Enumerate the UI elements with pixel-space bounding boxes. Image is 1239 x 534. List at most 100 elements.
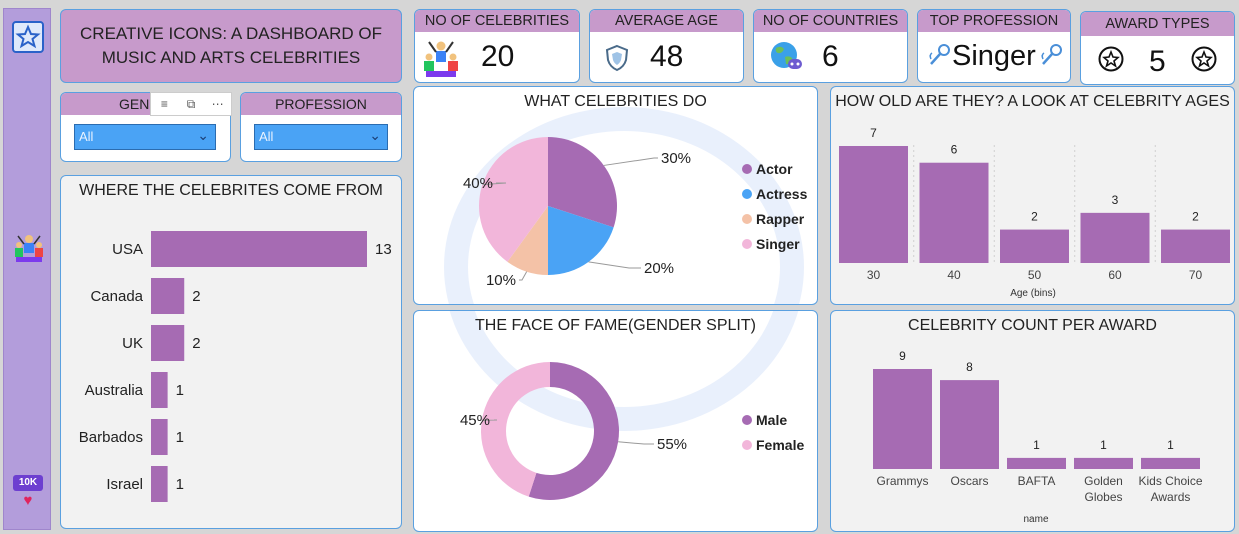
bar	[151, 372, 168, 408]
kpi-age-label: AVERAGE AGE	[590, 10, 743, 32]
legend-label: Singer	[756, 236, 800, 252]
gender-chart: 55% 45% Male Female	[460, 362, 804, 500]
star-badge-icon	[1191, 46, 1217, 77]
data-label: 7	[870, 126, 877, 140]
focus-mode-icon[interactable]: ⧉	[178, 93, 205, 115]
kpi-profession-label: TOP PROFESSION	[918, 10, 1070, 32]
microphone-icon	[928, 43, 952, 72]
profession-chart-panel: WHAT CELEBRITIES DO 30% 20% 10% 40% Actor Act…	[413, 86, 818, 305]
data-label: 1	[1167, 438, 1174, 452]
bar	[940, 380, 999, 469]
slicer-profession-label: PROFESSION	[241, 93, 401, 115]
celebrity-group-icon[interactable]	[12, 231, 46, 270]
legend-marker	[742, 239, 752, 249]
ages-chart: 7 30 6 40 2 50 3 60 2 70 Age (bins)	[839, 126, 1230, 299]
bar	[151, 278, 185, 314]
bar	[1074, 457, 1133, 469]
kpi-countries-value: 6	[822, 40, 839, 73]
gender-dropdown[interactable]: All ⌄	[74, 124, 216, 150]
bar	[151, 419, 168, 455]
kpi-celebrities-value: 20	[481, 40, 515, 73]
celebrity-group-icon	[421, 38, 461, 82]
category-label: BAFTA	[1018, 474, 1056, 488]
kpi-awards-value: 5	[1149, 45, 1166, 78]
data-label: 20%	[644, 260, 674, 277]
legend-marker	[742, 440, 752, 450]
bar	[873, 369, 932, 469]
slicer-gender-label-text: GENI	[119, 96, 154, 112]
visual-toolbar: ≡ ⧉ ⋯	[150, 92, 232, 116]
gender-chart-panel: THE FACE OF FAME(GENDER SPLIT) 55% 45% Mal…	[413, 310, 818, 532]
bar	[919, 162, 989, 263]
legend-label: Rapper	[756, 211, 805, 227]
data-label: 2	[1192, 210, 1199, 224]
countries-chart-panel: WHERE THE CELEBRITES COME FROM USA 13 Cana…	[60, 175, 402, 529]
category-label: Kids Choice	[1138, 474, 1202, 488]
ages-chart-panel: HOW OLD ARE THEY? A LOOK AT CELEBRITY AG…	[830, 86, 1235, 305]
category-label: 30	[867, 268, 881, 282]
bar	[1080, 212, 1150, 263]
data-label: 2	[192, 335, 200, 352]
more-options-icon[interactable]: ⋯	[204, 93, 231, 115]
category-label: Canada	[90, 288, 143, 305]
category-label: Grammys	[877, 474, 929, 488]
bar	[839, 146, 908, 263]
globe-icon	[768, 39, 804, 78]
kpi-average-age: AVERAGE AGE 48	[589, 9, 744, 83]
kpi-age-value: 48	[650, 40, 684, 73]
axis-label: Age (bins)	[1010, 288, 1056, 299]
legend-label: Female	[756, 437, 804, 453]
data-label: 8	[966, 360, 973, 374]
category-label: Globes	[1084, 490, 1122, 504]
leader-line	[519, 271, 528, 281]
data-label: 10%	[486, 272, 516, 289]
microphone-icon	[1040, 43, 1064, 72]
profession-dropdown-value: All	[259, 129, 274, 144]
kpi-countries-label: NO OF COUNTRIES	[754, 10, 907, 32]
likes-badge-label: 10K	[13, 475, 43, 491]
sidebar: 10K ♥	[3, 8, 51, 530]
category-label: Australia	[85, 382, 144, 399]
profession-dropdown[interactable]: All ⌄	[254, 124, 388, 150]
axis-label: name	[1023, 514, 1048, 525]
leader-line	[618, 441, 654, 445]
chevron-down-icon: ⌄	[197, 127, 209, 143]
category-label: USA	[112, 241, 143, 258]
leader-line	[588, 261, 641, 269]
bar	[1161, 229, 1230, 263]
awards-chart: 9 Grammys 8 Oscars 1 BAFTA 1 Golden Globes 1 Kids …	[873, 349, 1203, 525]
chevron-down-icon: ⌄	[369, 127, 381, 143]
data-label: 9	[899, 349, 906, 363]
data-label: 1	[1100, 438, 1107, 452]
legend-marker	[742, 415, 752, 425]
category-label: 50	[1028, 268, 1042, 282]
bar	[151, 466, 168, 502]
filter-icon[interactable]: ≡	[151, 93, 178, 115]
data-label: 1	[176, 429, 184, 446]
shield-icon	[604, 44, 630, 77]
category-label: Barbados	[79, 429, 143, 446]
bar	[1000, 229, 1069, 263]
star-badge-icon	[1098, 46, 1124, 77]
kpi-countries: NO OF COUNTRIES 6	[753, 9, 908, 83]
category-label: Golden	[1084, 474, 1123, 488]
bar	[151, 325, 185, 361]
category-label: Israel	[106, 476, 143, 493]
star-icon[interactable]	[12, 21, 44, 58]
data-label: 6	[951, 143, 958, 157]
data-label: 3	[1112, 193, 1119, 207]
countries-chart: USA 13 Canada 2 UK 2 Australia 1 Barbados 1 Israel…	[79, 231, 392, 502]
category-label: 60	[1108, 268, 1122, 282]
bar	[1141, 457, 1200, 469]
category-label: 40	[947, 268, 961, 282]
profession-chart: 30% 20% 10% 40% Actor Actress Rapper Singer	[463, 137, 808, 289]
data-label: 1	[176, 476, 184, 493]
slicer-profession: PROFESSION All ⌄	[240, 92, 402, 162]
category-label: 70	[1189, 268, 1203, 282]
data-label: 1	[1033, 438, 1040, 452]
kpi-top-profession: TOP PROFESSION Singer	[917, 9, 1071, 83]
data-label: 2	[192, 288, 200, 305]
legend-marker	[742, 189, 752, 199]
data-label: 1	[176, 382, 184, 399]
category-label: UK	[122, 335, 143, 352]
